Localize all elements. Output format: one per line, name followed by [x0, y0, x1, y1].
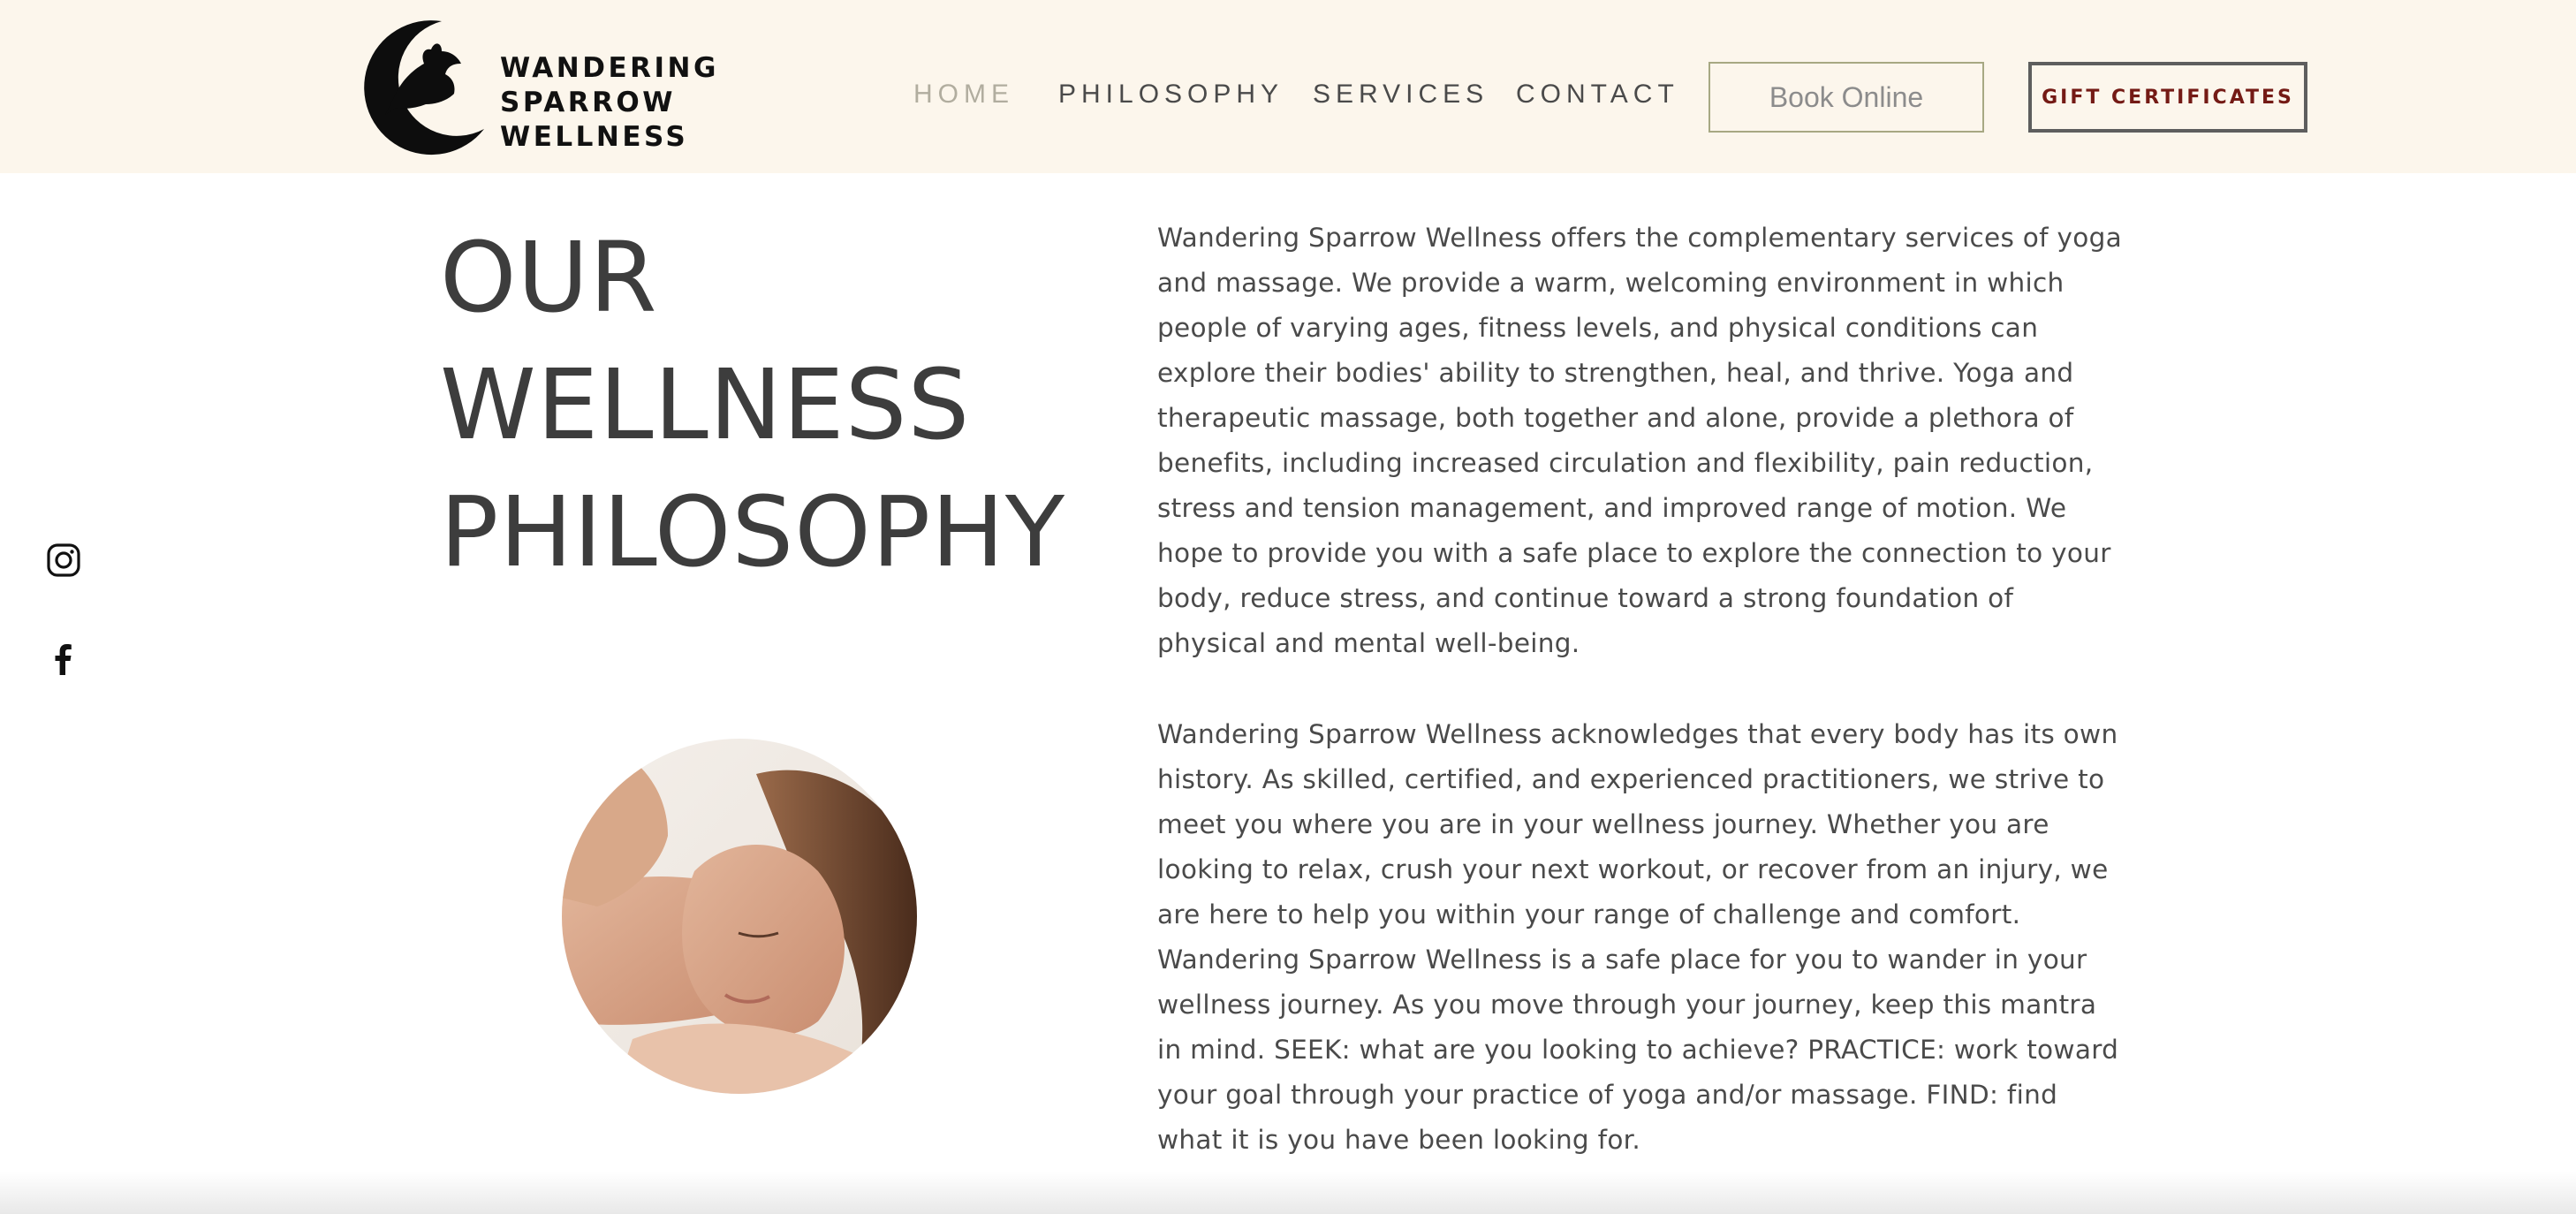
instagram-icon[interactable] [46, 543, 81, 578]
nav-home[interactable]: HOME [913, 80, 1014, 110]
nav-contact[interactable]: CONTACT [1516, 80, 1679, 110]
site-header: WANDERING SPARROW WELLNESS HOME PHILOSOP… [0, 0, 2576, 173]
philosophy-paragraph-1: Wandering Sparrow Wellness offers the co… [1157, 223, 2123, 658]
book-online-button[interactable]: Book Online [1708, 62, 1984, 133]
title-line-3: PHILOSOPHY [440, 475, 1066, 588]
philosophy-paragraph-2: Wandering Sparrow Wellness acknowledges … [1157, 719, 2119, 1155]
massage-photo [562, 739, 917, 1094]
sparrow-logo-icon [364, 20, 484, 156]
brand-name: WANDERING SPARROW WELLNESS [500, 51, 719, 155]
facebook-icon[interactable] [46, 641, 81, 677]
nav-philosophy[interactable]: PHILOSOPHY [1058, 80, 1284, 110]
page-title: OUR WELLNESS PHILOSOPHY [440, 214, 1065, 596]
gift-certificates-button[interactable]: GIFT CERTIFICATES [2028, 62, 2307, 133]
site-logo[interactable]: WANDERING SPARROW WELLNESS [343, 12, 716, 159]
title-line-1: OUR [440, 221, 658, 334]
nav-services[interactable]: SERVICES [1313, 80, 1489, 110]
bottom-shadow [0, 1172, 2576, 1214]
brand-line-3: WELLNESS [500, 121, 689, 153]
title-line-2: WELLNESS [440, 348, 971, 461]
brand-line-2: SPARROW [500, 87, 676, 118]
brand-line-1: WANDERING [500, 52, 719, 84]
